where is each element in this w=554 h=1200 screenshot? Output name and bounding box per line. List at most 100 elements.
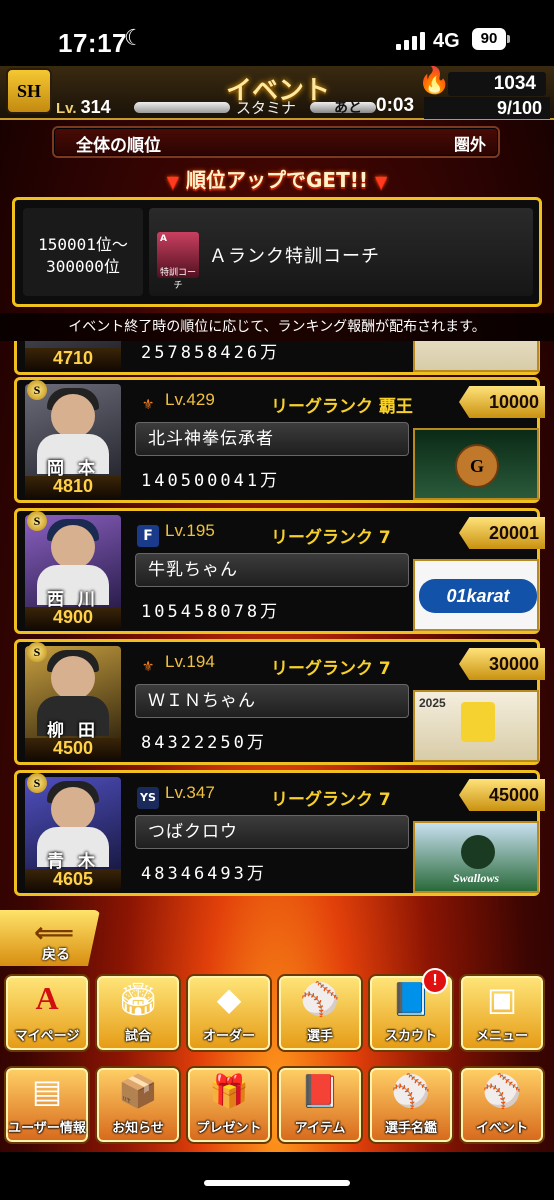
giants-icon: ⚜ — [141, 397, 155, 413]
league-rank: リーグランク 7 — [271, 659, 391, 679]
nav-mypage-button[interactable]: A マイページ — [4, 974, 90, 1052]
swallows-banner: Swallows — [413, 821, 539, 893]
overall-rank-bar: 全体の順位 圏外 — [52, 126, 500, 158]
ranking-points: 30000 — [459, 648, 545, 680]
rank-up-banner: ▼ 順位アップでGET!! ▼ — [0, 164, 554, 193]
user-score: 84322250万 — [141, 733, 267, 753]
swallows-icon: YS — [137, 787, 159, 809]
stadium-icon: 🏟 — [117, 980, 159, 1018]
menu-icon: ▣ — [486, 980, 518, 1018]
user-score: 48346493万 — [141, 864, 267, 884]
level-stamina-row: Lv. 314 スタミナ あと 0:03 9/100 — [52, 95, 554, 119]
user-level: Lv.429 — [165, 390, 215, 409]
rank-up-text: 順位アップでGET!! — [186, 168, 368, 192]
user-name: つばクロウ — [135, 815, 409, 849]
user-level: Lv.347 — [165, 783, 215, 802]
event-icon: ⚾ — [482, 1072, 522, 1110]
user-name: 北斗神拳伝承者 — [135, 422, 409, 456]
rarity-badge-icon: S — [27, 773, 47, 793]
team-logo[interactable]: SH — [6, 68, 52, 114]
rarity-badge-icon: S — [27, 380, 47, 400]
user-level: Lv.195 — [165, 521, 215, 540]
nav-player-book-button[interactable]: ⚾ 選手名鑑 — [368, 1066, 454, 1144]
network-label: 4G — [433, 30, 460, 52]
ichikara-banner: 01karat — [413, 559, 539, 631]
item-icon: 📕 — [300, 1072, 340, 1110]
gift-icon: 🎁 — [209, 1072, 249, 1110]
ranking-card[interactable]: 柳 田 4500 S ⚜ Lv.194 リーグランク 7 30000 ＷＩＮちゃ… — [14, 639, 545, 765]
user-level: Lv.194 — [165, 652, 215, 671]
scout-alert-badge: ! — [422, 968, 448, 994]
rank-value: 圏外 — [453, 135, 486, 154]
hawks-icon: ⚜ — [141, 659, 155, 675]
user-name: 牛乳ちゃん — [135, 553, 409, 587]
ranking-points: 20001 — [459, 517, 545, 549]
nav-game-button[interactable]: 🏟 試合 — [95, 974, 181, 1052]
level-display: Lv. 314 — [56, 97, 111, 117]
fighters-icon: F — [137, 525, 159, 547]
sub-nav: ▤ ユーザー情報 📦 お知らせ 🎁 プレゼント 📕 アイテム ⚾ 選手名鑑 ⚾ … — [0, 1060, 554, 1152]
stamina-label: スタミナ — [236, 99, 297, 117]
player-book-icon: ⚾ — [391, 1072, 431, 1110]
ato-label: あと — [334, 100, 362, 116]
level-bar — [134, 102, 230, 113]
nav-order-button[interactable]: ◆ オーダー — [186, 974, 272, 1052]
down-triangle-icon: ▼ — [374, 172, 388, 191]
league-rank: リーグランク 7 — [271, 790, 391, 810]
reward-item[interactable]: A 特訓コーチ Ａランク特訓コーチ — [149, 208, 533, 296]
mypage-icon: A — [35, 980, 59, 1016]
nav-news-button[interactable]: 📦 お知らせ — [95, 1066, 181, 1144]
battery-icon: 90 — [472, 28, 510, 50]
reward-panel: 150001位～ 300000位 A 特訓コーチ Ａランク特訓コーチ — [12, 197, 542, 307]
nav-event-button[interactable]: ⚾ イベント — [459, 1066, 545, 1144]
rank-label: 全体の順位 — [76, 136, 161, 156]
coach-thumbnail: A 特訓コーチ — [157, 232, 199, 291]
nav-player-button[interactable]: ⚾ 選手 — [277, 974, 363, 1052]
field-order-icon: ◆ — [216, 980, 242, 1018]
coin-count: 1034 — [448, 72, 546, 96]
reward-item-name: Ａランク特訓コーチ — [209, 246, 380, 267]
rarity-badge-icon: S — [27, 642, 47, 662]
user-score: 105458078万 — [141, 602, 281, 622]
nav-present-button[interactable]: 🎁 プレゼント — [186, 1066, 272, 1144]
ranking-points: 45000 — [459, 779, 545, 811]
main-nav: A マイページ 🏟 試合 ◆ オーダー ⚾ 選手 📘 スカウト ▣ メニュー — [0, 968, 554, 1060]
rarity-badge-icon: S — [27, 511, 47, 531]
nav-user-info-button[interactable]: ▤ ユーザー情報 — [4, 1066, 90, 1144]
player-photo: 青 木 4605 — [25, 777, 121, 891]
ranking-card-previous[interactable]: 4710 257858426万 — [14, 341, 540, 375]
ranking-card[interactable]: 岡 本 4810 S ⚜ Lv.429 リーグランク 覇王 10000 北斗神拳… — [14, 377, 545, 503]
ranking-card[interactable]: 青 木 4605 S YS Lv.347 リーグランク 7 45000 つばクロ… — [14, 770, 545, 896]
nav-menu-button[interactable]: ▣ メニュー — [459, 974, 545, 1052]
back-button[interactable]: ⟸ 戻る — [0, 910, 100, 966]
signal-icon — [396, 32, 426, 50]
reward-range: 150001位～ 300000位 — [23, 208, 143, 296]
user-name: ＷＩＮちゃん — [135, 684, 409, 718]
player-photo: 西 川 4900 — [25, 515, 121, 629]
ranking-notice: イベント終了時の順位に応じて、ランキング報酬が配布されます。 — [0, 313, 554, 341]
player-photo: 4710 — [25, 341, 121, 370]
down-triangle-icon: ▼ — [166, 172, 180, 191]
stamina-timer: 0:03 — [376, 95, 415, 116]
player-icon: ⚾ — [300, 980, 340, 1018]
player-photo: 柳 田 4500 — [25, 646, 121, 760]
league-rank: リーグランク 7 — [271, 528, 391, 548]
player-photo: 岡 本 4810 — [25, 384, 121, 498]
nav-item-button[interactable]: 📕 アイテム — [277, 1066, 363, 1144]
user-info-icon: ▤ — [31, 1072, 63, 1110]
status-time: 17:17 — [58, 28, 127, 58]
user-banner — [413, 341, 539, 372]
ranking-list[interactable]: 4710 257858426万 岡 本 4810 S ⚜ Lv.429 リーグラ… — [0, 341, 554, 909]
ranking-points: 10000 — [459, 386, 545, 418]
news-icon: 📦 — [118, 1072, 158, 1110]
moon-icon: ☾ — [124, 26, 144, 51]
user-score: 257858426万 — [141, 343, 281, 363]
stamina-count: 9/100 — [424, 97, 550, 119]
giants-banner: G — [413, 428, 539, 500]
status-bar: 17:17 ☾ 4G 90 — [0, 0, 554, 70]
user-score: 140500041万 — [141, 471, 281, 491]
home-indicator — [0, 1152, 554, 1200]
league-rank: リーグランク 覇王 — [271, 397, 413, 417]
ranking-card[interactable]: 西 川 4900 S F Lv.195 リーグランク 7 20001 牛乳ちゃん… — [14, 508, 545, 634]
new-year-banner: 2025 — [413, 690, 539, 762]
